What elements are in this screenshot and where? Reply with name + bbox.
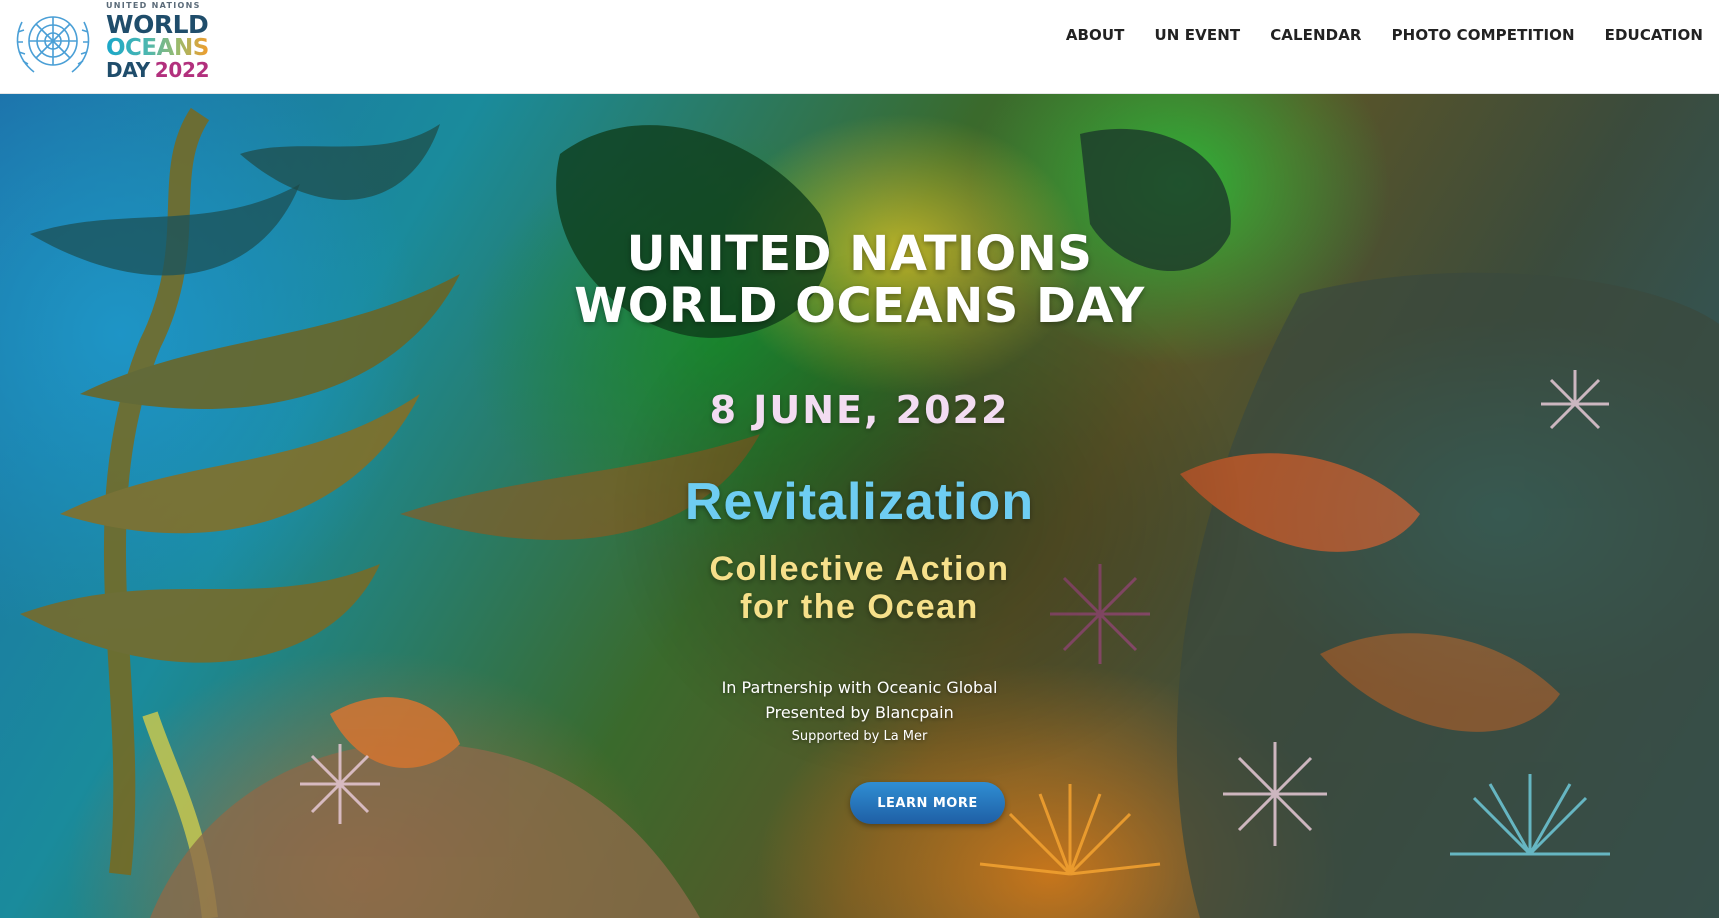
logo-small-text: UNITED NATIONS	[106, 1, 201, 10]
nav-item-education[interactable]: EDUCATION	[1605, 26, 1703, 44]
hero-title-line-1: UNITED NATIONS	[626, 226, 1093, 282]
nav-item-un-event[interactable]: UN EVENT	[1155, 26, 1241, 44]
logo-day-row: DAY 2022	[106, 58, 210, 82]
hero-section: UNITED NATIONS WORLD OCEANS DAY 8 JUNE, …	[0, 94, 1719, 918]
logo-wordmark: UNITED NATIONS WORLD OCEANS DAY 2022	[106, 1, 210, 82]
event-subtitle-line-1: Collective Action	[709, 550, 1010, 588]
logo-oceans-text: OCEANS	[106, 35, 209, 61]
logo-year-text: 2022	[154, 58, 210, 82]
learn-more-button[interactable]: LEARN MORE	[850, 782, 1005, 824]
logo-world-text: WORLD	[106, 10, 209, 39]
supporter-credit: Supported by La Mer	[791, 729, 928, 744]
event-subtitle-line-2: for the Ocean	[740, 588, 979, 626]
nav-item-about[interactable]: ABOUT	[1066, 26, 1125, 44]
logo-day-text: DAY	[106, 58, 150, 82]
hero-title-line-2: WORLD OCEANS DAY	[574, 278, 1145, 334]
event-theme: Revitalization	[684, 473, 1035, 531]
presenter-credit: Presented by Blancpain	[765, 703, 954, 722]
partnership-credit: In Partnership with Oceanic Global	[721, 678, 998, 697]
site-header: UNITED NATIONS WORLD OCEANS DAY 2022 ABO…	[0, 0, 1719, 94]
main-nav: ABOUT UN EVENT CALENDAR PHOTO COMPETITIO…	[1066, 26, 1703, 44]
nav-item-calendar[interactable]: CALENDAR	[1270, 26, 1361, 44]
un-emblem-icon	[16, 16, 90, 73]
nav-item-photo-competition[interactable]: PHOTO COMPETITION	[1392, 26, 1575, 44]
site-logo[interactable]: UNITED NATIONS WORLD OCEANS DAY 2022	[8, 1, 210, 82]
event-date: 8 JUNE, 2022	[709, 388, 1010, 432]
